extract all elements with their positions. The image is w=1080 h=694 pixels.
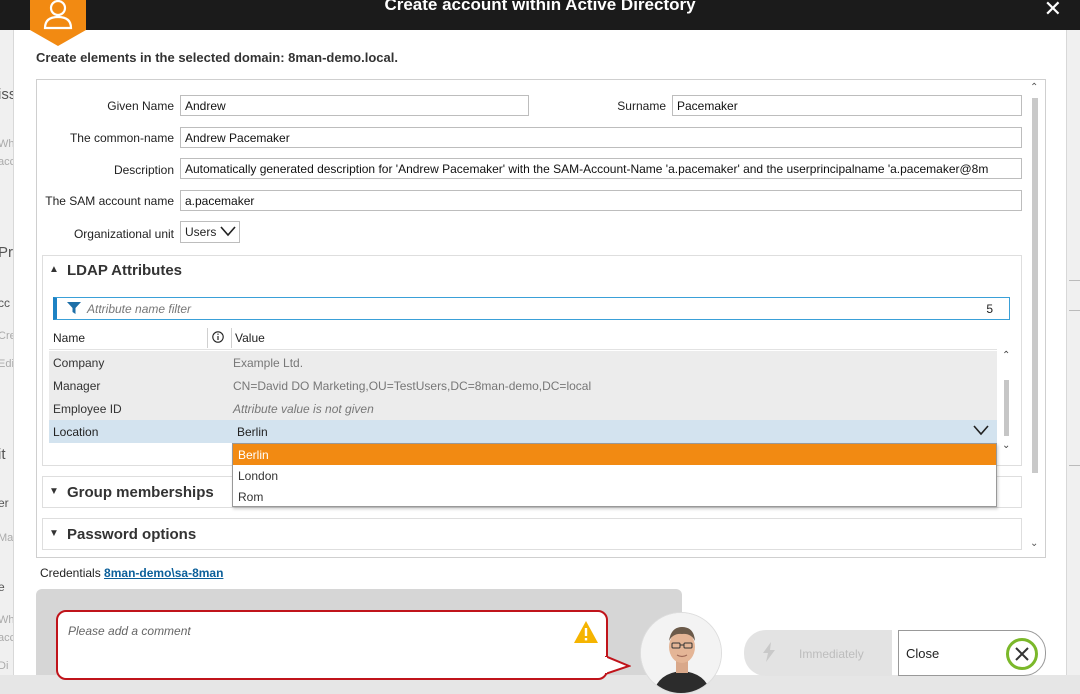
immediately-label: Immediately [799,647,864,661]
given-name-label: Given Name [107,99,174,113]
bg-fragment: Pr [0,244,13,261]
panel-scrollbar[interactable]: ⌃ ⌄ [1030,82,1040,554]
dialog-title: Create account within Active Directory [384,0,696,14]
chevron-down-icon[interactable]: ▼ [49,486,59,497]
avatar [640,612,722,694]
bg-fragment: acc [0,632,13,644]
attribute-filter-input[interactable]: Attribute name filter 5 [53,297,1010,320]
dropdown-option[interactable]: Rom [233,486,996,507]
comment-input[interactable]: Please add a comment [56,610,608,680]
password-options-section[interactable]: ▼ Password options [42,518,1022,550]
surname-input[interactable]: Pacemaker [672,95,1022,116]
bg-fragment: Wh [0,614,14,626]
bg-fragment: Cre [0,330,13,342]
dropdown-option[interactable]: Berlin [233,444,996,465]
credentials-line: Credentials 8man-demo\sa-8man [40,566,223,580]
info-icon [212,331,224,343]
organizational-unit-label: Organizational unit [73,227,174,241]
table-row-selected[interactable]: Location Berlin [49,420,997,443]
table-row[interactable]: Employee ID Attribute value is not given [49,397,997,420]
common-name-label: The common-name [69,131,174,145]
password-options-title[interactable]: Password options [67,526,196,543]
table-row[interactable]: Company Example Ltd. [49,351,997,374]
bg-fragment: Ma [0,532,14,544]
attribute-value: Example Ltd. [233,356,304,370]
attribute-value: Attribute value is not given [233,402,374,416]
scroll-down-icon[interactable]: ⌄ [1002,440,1010,451]
ldap-section-title[interactable]: LDAP Attributes [67,262,182,279]
bg-fragment: Di [0,660,9,672]
filter-placeholder: Attribute name filter [87,302,192,316]
description-input[interactable]: Automatically generated description for … [180,158,1022,179]
background-window-right [1066,0,1080,675]
bg-fragment: iss [0,86,13,103]
sam-account-input[interactable]: a.pacemaker [180,190,1022,211]
chevron-down-icon[interactable]: ▼ [49,528,59,539]
attribute-name: Employee ID [53,402,122,416]
column-header-value[interactable]: Value [235,331,265,345]
scroll-up-icon[interactable]: ⌃ [1002,350,1010,361]
attribute-name: Manager [53,379,101,393]
group-memberships-title[interactable]: Group memberships [67,484,214,501]
grid-header: Name Value [49,326,997,350]
filter-count: 5 [986,302,993,316]
bg-fragment: Edi [0,358,14,370]
bg-fragment: cc [0,296,10,310]
bg-fragment: e [0,580,5,594]
dropdown-option[interactable]: London [233,465,996,486]
credentials-label: Credentials [40,566,101,580]
chevron-up-icon[interactable]: ▲ [49,264,59,275]
location-combobox-value[interactable]: Berlin [237,425,268,439]
common-name-input[interactable]: Andrew Pacemaker [180,127,1022,148]
table-row[interactable]: Manager CN=David DO Marketing,OU=TestUse… [49,374,997,397]
immediately-button[interactable]: Immediately [744,630,892,676]
bg-fragment: it [0,446,6,463]
scroll-down-icon[interactable]: ⌄ [1030,538,1038,549]
grid-scrollbar[interactable]: ⌃ ⌄ [1000,348,1014,458]
bg-fragment: acc [0,156,13,168]
attribute-name: Location [53,425,99,439]
dialog-titlebar: Create account within Active Directory ✕ [0,0,1080,30]
speech-tail-icon [605,656,631,675]
chevron-down-icon [220,226,236,237]
close-circle-icon [1006,638,1038,670]
attribute-name: Company [53,356,105,370]
warning-icon [574,621,598,643]
filter-icon [67,302,81,314]
bg-fragment: er [0,496,9,510]
close-button[interactable]: Close [898,630,1046,676]
organizational-unit-value: Users [185,225,217,239]
user-badge-icon [30,0,86,46]
attribute-value: CN=David DO Marketing,OU=TestUsers,DC=8m… [233,379,592,393]
user-photo-icon [641,613,721,693]
surname-label: Surname [617,99,666,113]
page-subtitle: Create elements in the selected domain: … [36,50,398,65]
chevron-down-icon[interactable] [973,423,989,437]
scroll-up-icon[interactable]: ⌃ [1030,82,1038,93]
close-icon[interactable]: ✕ [1044,0,1062,22]
location-dropdown-list: Berlin London Rom [232,443,997,507]
description-label: Description [113,163,174,177]
bg-fragment: Wh [0,138,14,150]
scrollbar-thumb[interactable] [1032,98,1038,473]
given-name-input[interactable]: Andrew [180,95,529,116]
sam-account-label: The SAM account name [45,194,174,208]
credentials-link[interactable]: 8man-demo\sa-8man [104,566,223,580]
column-header-name[interactable]: Name [53,331,85,345]
scrollbar-thumb[interactable] [1004,380,1009,436]
background-window-left: iss Wh acc Pr cc Cre Edi it er Ma e Wh a… [0,0,14,675]
organizational-unit-select[interactable]: Users [180,221,240,243]
comment-placeholder: Please add a comment [68,624,191,638]
close-label: Close [906,646,940,661]
lightning-icon [763,642,775,662]
